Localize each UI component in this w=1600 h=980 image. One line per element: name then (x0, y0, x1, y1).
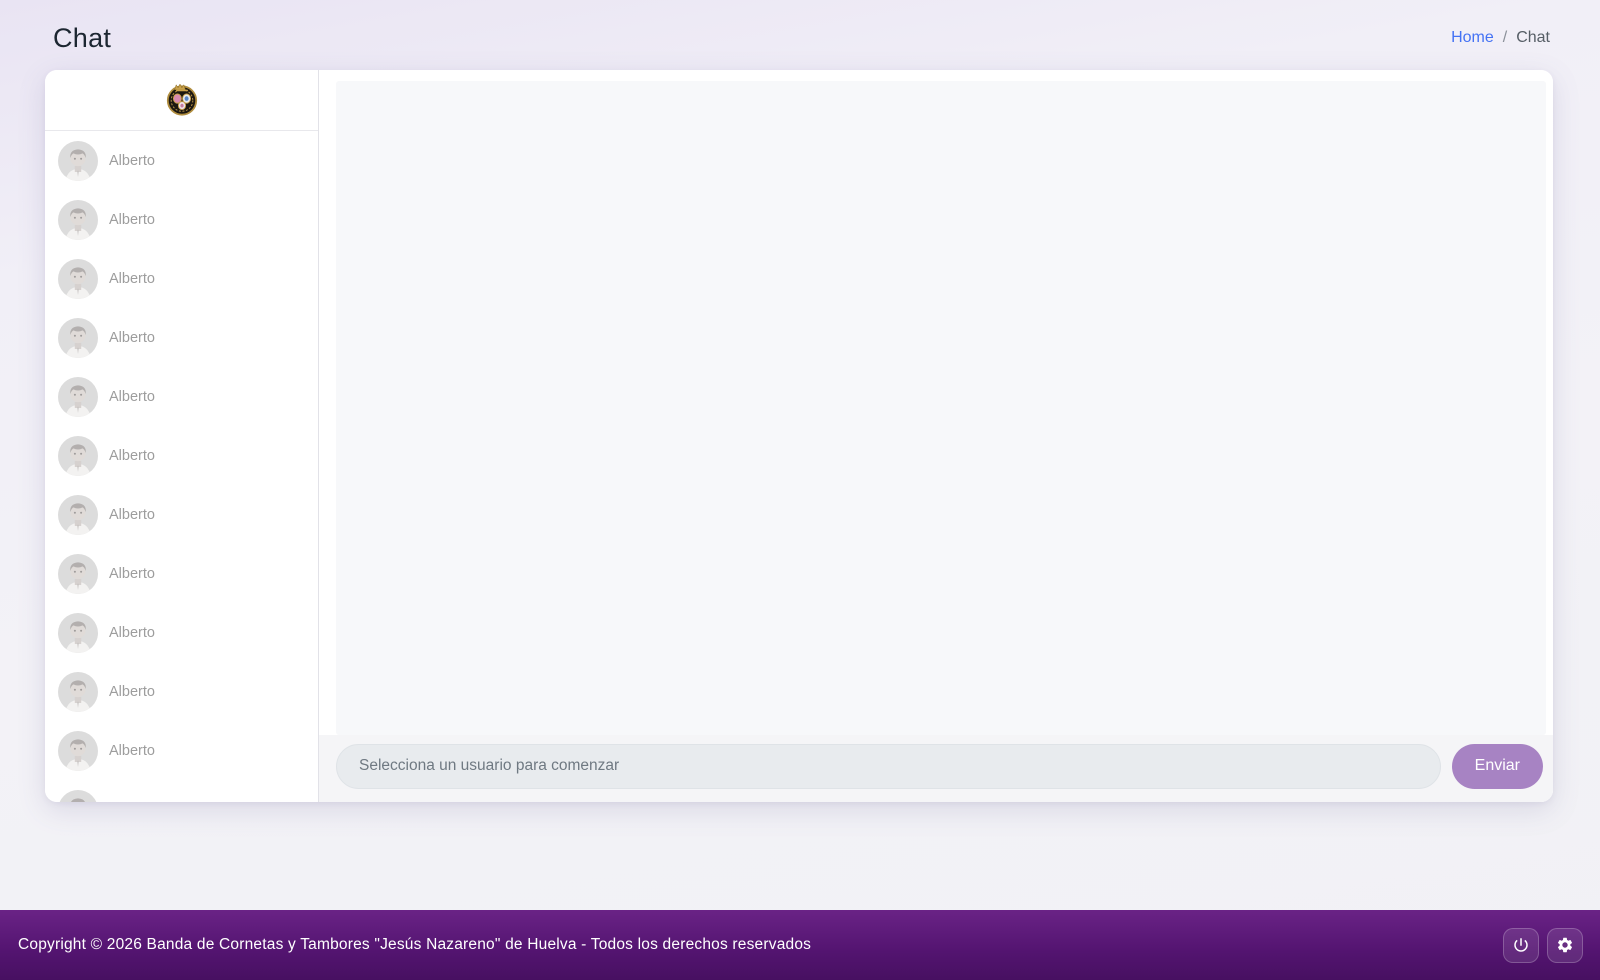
sidebar-logo-header (45, 70, 318, 131)
user-avatar (58, 731, 98, 771)
power-icon (1512, 936, 1530, 954)
user-name: Alberto (109, 802, 155, 803)
user-name: Alberto (109, 507, 155, 523)
send-button[interactable]: Enviar (1452, 744, 1543, 789)
user-list-item[interactable]: Alberto (45, 780, 318, 802)
user-list-item[interactable]: Alberto (45, 485, 318, 544)
user-avatar (58, 141, 98, 181)
breadcrumb-home-link[interactable]: Home (1451, 29, 1494, 47)
logout-button[interactable] (1503, 928, 1539, 963)
user-sidebar: Alberto (45, 70, 319, 802)
settings-button[interactable] (1547, 928, 1583, 963)
message-input-bar: Enviar (319, 735, 1553, 802)
user-name: Alberto (109, 153, 155, 169)
user-avatar (58, 790, 98, 803)
user-list: Alberto (45, 131, 318, 802)
user-name: Alberto (109, 271, 155, 287)
user-avatar (58, 495, 98, 535)
user-name: Alberto (109, 625, 155, 641)
user-list-item[interactable]: Alberto (45, 190, 318, 249)
page-footer: Copyright © 2026 Banda de Cornetas y Tam… (0, 910, 1600, 980)
user-list-item[interactable]: Alberto (45, 367, 318, 426)
user-name: Alberto (109, 684, 155, 700)
user-name: Alberto (109, 743, 155, 759)
user-avatar (58, 554, 98, 594)
breadcrumb-separator: / (1503, 29, 1507, 47)
user-avatar (58, 377, 98, 417)
page-header: Chat Home / Chat (0, 0, 1600, 70)
breadcrumb-current: Chat (1516, 29, 1550, 47)
chat-main: Enviar (319, 70, 1553, 802)
messages-panel (336, 81, 1546, 735)
user-avatar (58, 318, 98, 358)
user-avatar (58, 613, 98, 653)
user-list-item[interactable]: Alberto (45, 662, 318, 721)
user-avatar (58, 436, 98, 476)
user-name: Alberto (109, 330, 155, 346)
user-list-item[interactable]: Alberto (45, 426, 318, 485)
user-list-item[interactable]: Alberto (45, 721, 318, 780)
user-name: Alberto (109, 212, 155, 228)
breadcrumb: Home / Chat (1451, 29, 1550, 47)
user-list-item[interactable]: Alberto (45, 544, 318, 603)
user-list-item[interactable]: Alberto (45, 308, 318, 367)
band-crest-logo-icon (162, 78, 202, 123)
user-list-item[interactable]: Alberto (45, 603, 318, 662)
user-name: Alberto (109, 448, 155, 464)
footer-actions (1503, 928, 1583, 963)
user-name: Alberto (109, 566, 155, 582)
user-avatar (58, 259, 98, 299)
user-avatar (58, 672, 98, 712)
chat-card: Alberto (45, 70, 1553, 802)
gear-icon (1556, 936, 1574, 954)
message-input[interactable] (336, 744, 1441, 789)
user-name: Alberto (109, 389, 155, 405)
user-list-item[interactable]: Alberto (45, 131, 318, 190)
copyright-text: Copyright © 2026 Banda de Cornetas y Tam… (18, 936, 811, 954)
user-list-item[interactable]: Alberto (45, 249, 318, 308)
page-title: Chat (53, 23, 111, 54)
user-avatar (58, 200, 98, 240)
